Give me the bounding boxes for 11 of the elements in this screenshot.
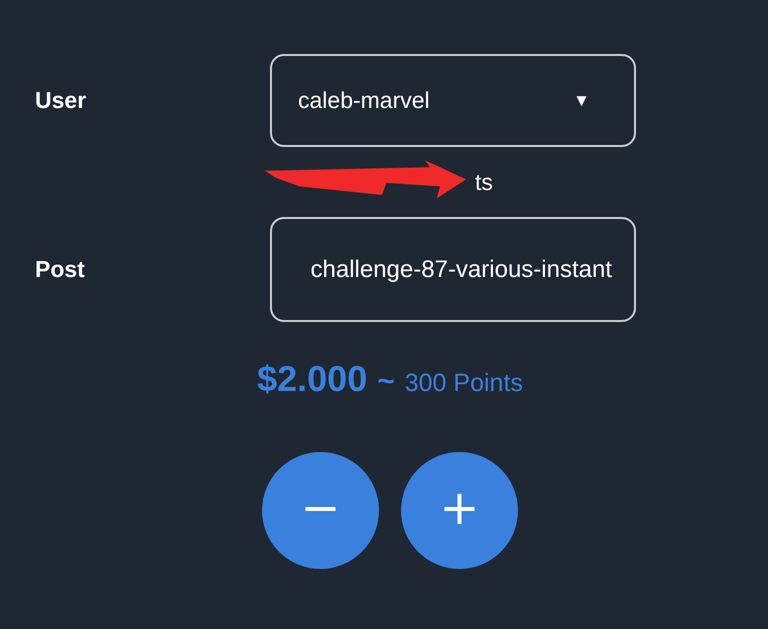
amount-value: $2.000 [257, 358, 368, 400]
decrease-button[interactable]: − [262, 452, 379, 569]
increase-button[interactable]: + [401, 452, 518, 569]
hint-text: ts [475, 168, 493, 196]
approx-sign: ~ [377, 365, 395, 399]
post-label: Post [34, 256, 85, 283]
user-label: User [34, 87, 86, 114]
post-field[interactable]: challenge-87-various-instant [270, 217, 636, 322]
caret-icon: ▼ [573, 90, 590, 110]
points-text: 300 Points [404, 369, 523, 398]
user-dropdown[interactable]: caleb-marvel ▼ [270, 54, 636, 147]
